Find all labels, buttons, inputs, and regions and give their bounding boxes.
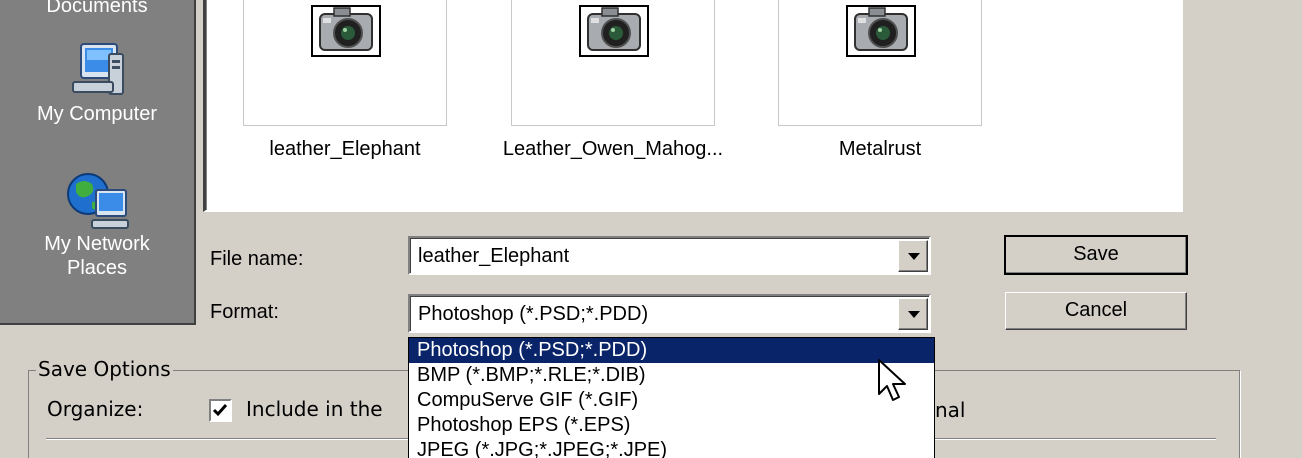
file-name-combo[interactable]: leather_Elephant bbox=[408, 236, 931, 275]
place-my-network-places-label-line1: My Network bbox=[44, 233, 150, 255]
checkmark-icon bbox=[212, 404, 228, 417]
file-name-label[interactable]: leather_Elephant bbox=[215, 137, 475, 161]
place-my-computer-label: My Computer bbox=[36, 103, 158, 125]
save-options-title: Save Options bbox=[36, 357, 173, 381]
save-button[interactable]: Save bbox=[1004, 235, 1188, 275]
format-option[interactable]: Photoshop (*.PSD;*.PDD) bbox=[409, 338, 934, 363]
format-dropdown-button[interactable] bbox=[898, 298, 928, 330]
place-my-network-places-label-line2: Places bbox=[66, 257, 128, 279]
place-my-computer[interactable]: My Computer bbox=[0, 40, 194, 126]
format-option[interactable]: BMP (*.BMP;*.RLE;*.DIB) bbox=[409, 363, 934, 388]
chevron-down-icon bbox=[908, 311, 920, 318]
place-documents-label: Documents bbox=[46, 0, 148, 17]
camera-icon bbox=[846, 5, 916, 57]
my-computer-icon bbox=[72, 43, 124, 95]
file-thumbnail[interactable] bbox=[243, 0, 447, 126]
format-field-label: Format: bbox=[210, 301, 279, 323]
mouse-cursor-icon bbox=[878, 359, 906, 401]
format-option[interactable]: JPEG (*.JPG;*.JPEG;*.JPE) bbox=[409, 438, 934, 458]
place-documents[interactable]: Documents bbox=[0, 0, 194, 18]
obscured-option-text: nal bbox=[935, 398, 966, 422]
file-list[interactable]: leather_Elephant Leather_Owen_Mahog... M… bbox=[203, 0, 1183, 212]
place-my-network-places[interactable]: My Network Places bbox=[0, 170, 194, 280]
file-thumbnail[interactable] bbox=[511, 0, 715, 126]
file-name-input[interactable]: leather_Elephant bbox=[418, 244, 569, 268]
cancel-button[interactable]: Cancel bbox=[1005, 292, 1187, 330]
file-name-field-label: File name: bbox=[210, 248, 304, 270]
file-name-dropdown-button[interactable] bbox=[898, 240, 928, 272]
include-checkbox-label[interactable]: Include in the bbox=[246, 397, 383, 421]
file-name-label[interactable]: Metalrust bbox=[750, 137, 1010, 161]
camera-icon bbox=[311, 5, 381, 57]
format-select[interactable]: Photoshop (*.PSD;*.PDD) bbox=[408, 294, 931, 333]
places-bar: Documents My Computer My Network Places bbox=[0, 0, 196, 325]
include-checkbox[interactable] bbox=[209, 399, 232, 422]
format-dropdown-list[interactable]: Photoshop (*.PSD;*.PDD) BMP (*.BMP;*.RLE… bbox=[408, 337, 935, 458]
chevron-down-icon bbox=[908, 253, 920, 260]
format-select-value: Photoshop (*.PSD;*.PDD) bbox=[418, 303, 649, 325]
file-thumbnail[interactable] bbox=[778, 0, 982, 126]
format-option[interactable]: Photoshop EPS (*.EPS) bbox=[409, 413, 934, 438]
camera-icon bbox=[579, 5, 649, 57]
network-places-icon bbox=[67, 173, 129, 229]
organize-label: Organize: bbox=[47, 397, 144, 421]
file-name-label[interactable]: Leather_Owen_Mahog... bbox=[483, 137, 743, 161]
format-option[interactable]: CompuServe GIF (*.GIF) bbox=[409, 388, 934, 413]
